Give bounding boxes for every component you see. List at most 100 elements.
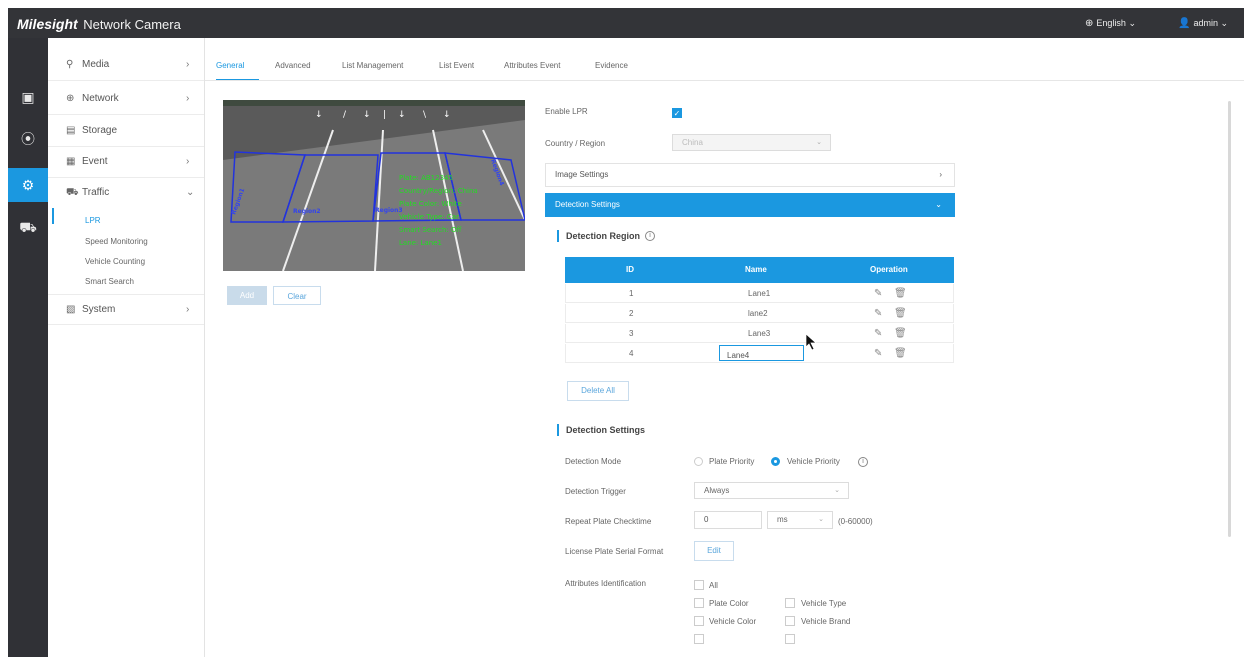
sidebar-item-network[interactable]: ⊕ Network › <box>48 84 204 115</box>
tab-advanced[interactable]: Advanced <box>275 61 311 70</box>
globe-icon: ⊕ <box>66 93 75 104</box>
live-view-icon[interactable]: ▣ <box>8 80 48 114</box>
trash-icon[interactable]: 🗑 <box>894 324 913 343</box>
tab-general[interactable]: General <box>216 61 244 70</box>
trash-icon[interactable]: 🗑 <box>894 344 913 363</box>
sidebar-sub-lpr[interactable]: LPR <box>85 216 101 225</box>
pencil-icon[interactable]: ✎ <box>874 344 888 363</box>
vehicle-priority-label: Vehicle Priority <box>787 457 840 466</box>
settings-icon[interactable]: ⚙ <box>8 168 48 202</box>
image-settings-panel[interactable]: Image Settings › <box>545 163 955 187</box>
detection-region-title: Detection Region <box>557 230 640 242</box>
delete-all-button[interactable]: Delete All <box>567 381 629 401</box>
sidebar-item-traffic[interactable]: ⛟ Traffic ⌄ <box>48 178 204 209</box>
chevron-down-icon: ⌄ <box>834 487 840 494</box>
pencil-icon[interactable]: ✎ <box>874 284 888 303</box>
row-id: 1 <box>629 289 634 298</box>
row-name: lane2 <box>748 309 768 318</box>
attribute-extra-checkbox[interactable] <box>694 634 704 644</box>
active-indicator <box>52 208 54 224</box>
attribute-vehicle-brand-checkbox[interactable] <box>785 616 795 626</box>
table-row[interactable]: 1 Lane1 ✎ 🗑 <box>565 284 954 303</box>
info-icon[interactable]: i <box>858 457 868 467</box>
pencil-icon[interactable]: ✎ <box>874 324 888 343</box>
chevron-down-icon: ⌄ <box>1128 18 1136 28</box>
car-icon: ⛟ <box>66 187 79 198</box>
sidebar-item-label: Network <box>82 93 119 104</box>
add-region-button[interactable]: Add <box>227 286 267 305</box>
tab-list-event[interactable]: List Event <box>439 61 474 70</box>
detection-settings-title-text: Detection Settings <box>566 425 646 435</box>
tab-attributes-event[interactable]: Attributes Event <box>504 61 560 70</box>
language-label: English <box>1096 18 1126 28</box>
video-preview[interactable]: ↓ / ↓ | ↓ \ ↓ Region1 Region2 Region3 Region4 … <box>223 100 525 271</box>
country-region-select[interactable]: China ⌄ <box>672 134 831 151</box>
sidebar-item-storage[interactable]: ▤ Storage <box>48 116 204 147</box>
table-header: ID Name Operation <box>565 257 954 283</box>
detection-settings-panel[interactable]: Detection Settings ⌄ <box>545 193 955 217</box>
sidebar-item-label: Event <box>82 156 108 167</box>
table-row[interactable]: 3 Lane3 ✎ 🗑 <box>565 324 954 343</box>
tab-list-management[interactable]: List Management <box>342 61 403 70</box>
sidebar-sub-vehicle-counting[interactable]: Vehicle Counting <box>85 257 145 266</box>
sidebar: ⚲ Media › ⊕ Network › ▤ Storage ▦ Event … <box>48 38 205 657</box>
icon-rail: ▣ ⦿ ⚙ ⛟ <box>8 38 48 657</box>
country-region-value: China <box>682 138 703 147</box>
osd-line: Plate: AB12345 <box>399 174 453 182</box>
country-region-label: Country / Region <box>545 139 606 148</box>
plate-priority-radio[interactable] <box>694 457 703 466</box>
svg-text:↓: ↓ <box>398 110 406 120</box>
region-name-input-value: Lane4 <box>727 351 750 360</box>
chevron-down-icon: ⌄ <box>186 187 195 198</box>
attribute-vehicle-type-label: Vehicle Type <box>801 599 847 608</box>
repeat-unit-select[interactable]: ms ⌄ <box>767 511 833 529</box>
playback-icon[interactable]: ⦿ <box>8 122 48 156</box>
attribute-vehicle-type-checkbox[interactable] <box>785 598 795 608</box>
detection-trigger-label: Detection Trigger <box>565 487 626 496</box>
sidebar-item-event[interactable]: ▦ Event › <box>48 147 204 178</box>
vehicle-icon[interactable]: ⛟ <box>8 210 48 244</box>
edit-serial-format-button[interactable]: Edit <box>694 541 734 561</box>
attribute-extra-checkbox[interactable] <box>785 634 795 644</box>
user-icon: 👤 <box>1178 18 1191 29</box>
table-row[interactable]: 4 Lane4 ✎ 🗑 <box>565 344 954 363</box>
pencil-icon[interactable]: ✎ <box>874 304 888 323</box>
sidebar-item-label: System <box>82 304 116 315</box>
attribute-plate-color-checkbox[interactable] <box>694 598 704 608</box>
detection-settings-title: Detection Settings <box>557 424 645 436</box>
trash-icon[interactable]: 🗑 <box>894 304 913 323</box>
repeat-checktime-input[interactable]: 0 <box>694 511 762 529</box>
sidebar-item-media[interactable]: ⚲ Media › <box>48 50 204 81</box>
plate-priority-label: Plate Priority <box>709 457 755 466</box>
storage-icon: ▤ <box>66 125 76 136</box>
sidebar-item-label: Storage <box>82 125 118 136</box>
attribute-plate-color-label: Plate Color <box>709 599 749 608</box>
brand-product: Network Camera <box>83 17 181 32</box>
chevron-down-icon: ⌄ <box>818 516 824 523</box>
attribute-all-checkbox[interactable] <box>694 580 704 590</box>
chevron-right-icon: › <box>186 59 190 70</box>
clear-regions-button[interactable]: Clear <box>273 286 321 305</box>
info-icon[interactable]: i <box>645 231 655 241</box>
sidebar-sub-smart-search[interactable]: Smart Search <box>85 277 134 286</box>
user-menu[interactable]: 👤 admin ⌄ <box>1178 18 1228 29</box>
column-header-id: ID <box>626 265 634 274</box>
attribute-vehicle-color-checkbox[interactable] <box>694 616 704 626</box>
page-scrollbar[interactable] <box>1228 101 1231 537</box>
svg-text:↓: ↓ <box>315 110 323 120</box>
column-header-name: Name <box>745 265 767 274</box>
tab-evidence[interactable]: Evidence <box>595 61 628 70</box>
sidebar-sub-speed-monitoring[interactable]: Speed Monitoring <box>85 237 148 246</box>
chevron-down-icon: ⌄ <box>816 139 822 146</box>
repeat-unit-value: ms <box>777 515 788 524</box>
vehicle-priority-radio[interactable] <box>771 457 780 466</box>
enable-lpr-checkbox[interactable]: ✓ <box>672 108 682 118</box>
language-selector[interactable]: ⊕ English ⌄ <box>1085 18 1136 29</box>
trash-icon[interactable]: 🗑 <box>894 284 913 303</box>
serial-format-label: License Plate Serial Format <box>565 547 664 556</box>
table-row[interactable]: 2 lane2 ✎ 🗑 <box>565 304 954 323</box>
region-name-input[interactable]: Lane4 <box>719 345 804 361</box>
brand: Milesight Network Camera <box>17 16 181 32</box>
detection-trigger-select[interactable]: Always ⌄ <box>694 482 849 499</box>
sidebar-item-system[interactable]: ▧ System › <box>48 294 204 325</box>
